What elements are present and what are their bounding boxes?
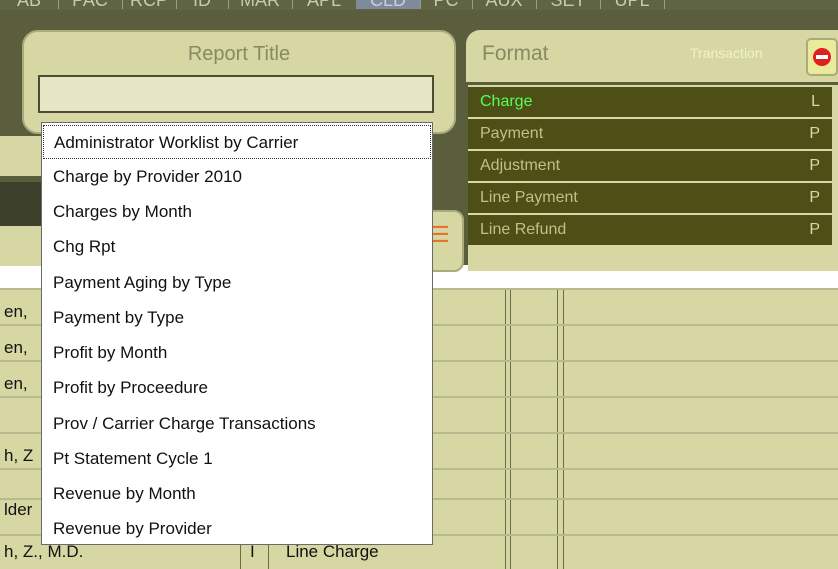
report-title-label: Report Title [187, 43, 291, 65]
top-tab-strip: AB PAC RCP ID MAR APL CLD PC AUX SET UPL [0, 0, 838, 10]
grid-cell-name[interactable]: h, Z [4, 446, 33, 466]
format-row-line-payment[interactable]: Line Payment P [468, 183, 832, 213]
dropdown-item[interactable]: Chg Rpt [43, 230, 431, 264]
left-band-dark [0, 182, 45, 226]
dropdown-item[interactable]: Revenue by Month [43, 477, 431, 511]
format-row-code: P [809, 125, 820, 142]
format-row-code: P [809, 221, 820, 238]
dropdown-item[interactable]: Payment by Type [43, 301, 431, 335]
dropdown-item[interactable]: Pt Statement Cycle 1 [43, 442, 431, 476]
dropdown-item[interactable]: Revenue by Provider [43, 512, 431, 546]
left-band-bottom [0, 226, 45, 266]
transaction-button[interactable] [806, 38, 838, 76]
format-row-name: Charge [480, 93, 533, 110]
grid-cell-name[interactable]: en, [4, 374, 28, 394]
dropdown-item[interactable]: Charges by Month [43, 195, 431, 229]
format-row-name: Line Payment [480, 189, 578, 206]
format-row-code: L [811, 93, 820, 110]
grid-divider [557, 288, 558, 569]
grid-divider [510, 288, 511, 569]
dropdown-item[interactable]: Profit by Proceedure [43, 371, 431, 405]
grid-cell-name[interactable]: en, [4, 302, 28, 322]
tab-mar[interactable]: MAR [228, 0, 293, 9]
transaction-label: Transaction [690, 45, 763, 61]
tab-upl[interactable]: UPL [600, 0, 665, 9]
tab-cld[interactable]: CLD [356, 0, 421, 9]
report-title-box: Report Title [22, 30, 456, 134]
grid-divider [505, 288, 506, 569]
format-row-code: P [809, 189, 820, 206]
report-title-dropdown[interactable]: Administrator Worklist by Carrier Charge… [41, 122, 433, 545]
format-list: Charge L Payment P Adjustment P Line Pay… [468, 85, 838, 271]
tab-set[interactable]: SET [536, 0, 601, 9]
grid-divider [563, 288, 564, 569]
dropdown-item[interactable]: Profit by Month [43, 336, 431, 370]
tab-pc[interactable]: PC [420, 0, 473, 9]
format-row-code: P [809, 157, 820, 174]
grid-cell-name[interactable]: en, [4, 338, 28, 358]
format-header: Format Transaction [466, 30, 838, 82]
tab-rcp[interactable]: RCP [122, 0, 177, 9]
no-entry-icon [813, 48, 831, 66]
format-row-line-refund[interactable]: Line Refund P [468, 215, 832, 245]
format-label: Format [482, 42, 549, 65]
format-row-adjustment[interactable]: Adjustment P [468, 151, 832, 181]
format-row-charge[interactable]: Charge L [468, 87, 832, 117]
format-row-name: Adjustment [480, 157, 561, 174]
dropdown-item[interactable]: Payment Aging by Type [43, 266, 431, 300]
tab-aux[interactable]: AUX [472, 0, 537, 9]
tab-apl[interactable]: APL [292, 0, 357, 9]
format-row-payment[interactable]: Payment P [468, 119, 832, 149]
left-band-top [0, 136, 45, 176]
tab-pac[interactable]: PAC [58, 0, 123, 9]
dropdown-item[interactable]: Prov / Carrier Charge Transactions [43, 407, 431, 441]
tab-id[interactable]: ID [176, 0, 229, 9]
dropdown-item[interactable]: Administrator Worklist by Carrier [43, 125, 431, 159]
format-row-name: Payment [480, 125, 544, 142]
grid-cell-name[interactable]: lder [4, 500, 32, 520]
tab-ab[interactable]: AB [0, 0, 59, 9]
format-row-name: Line Refund [480, 221, 567, 238]
dropdown-item[interactable]: Charge by Provider 2010 [43, 160, 431, 194]
report-title-input[interactable] [38, 75, 434, 113]
